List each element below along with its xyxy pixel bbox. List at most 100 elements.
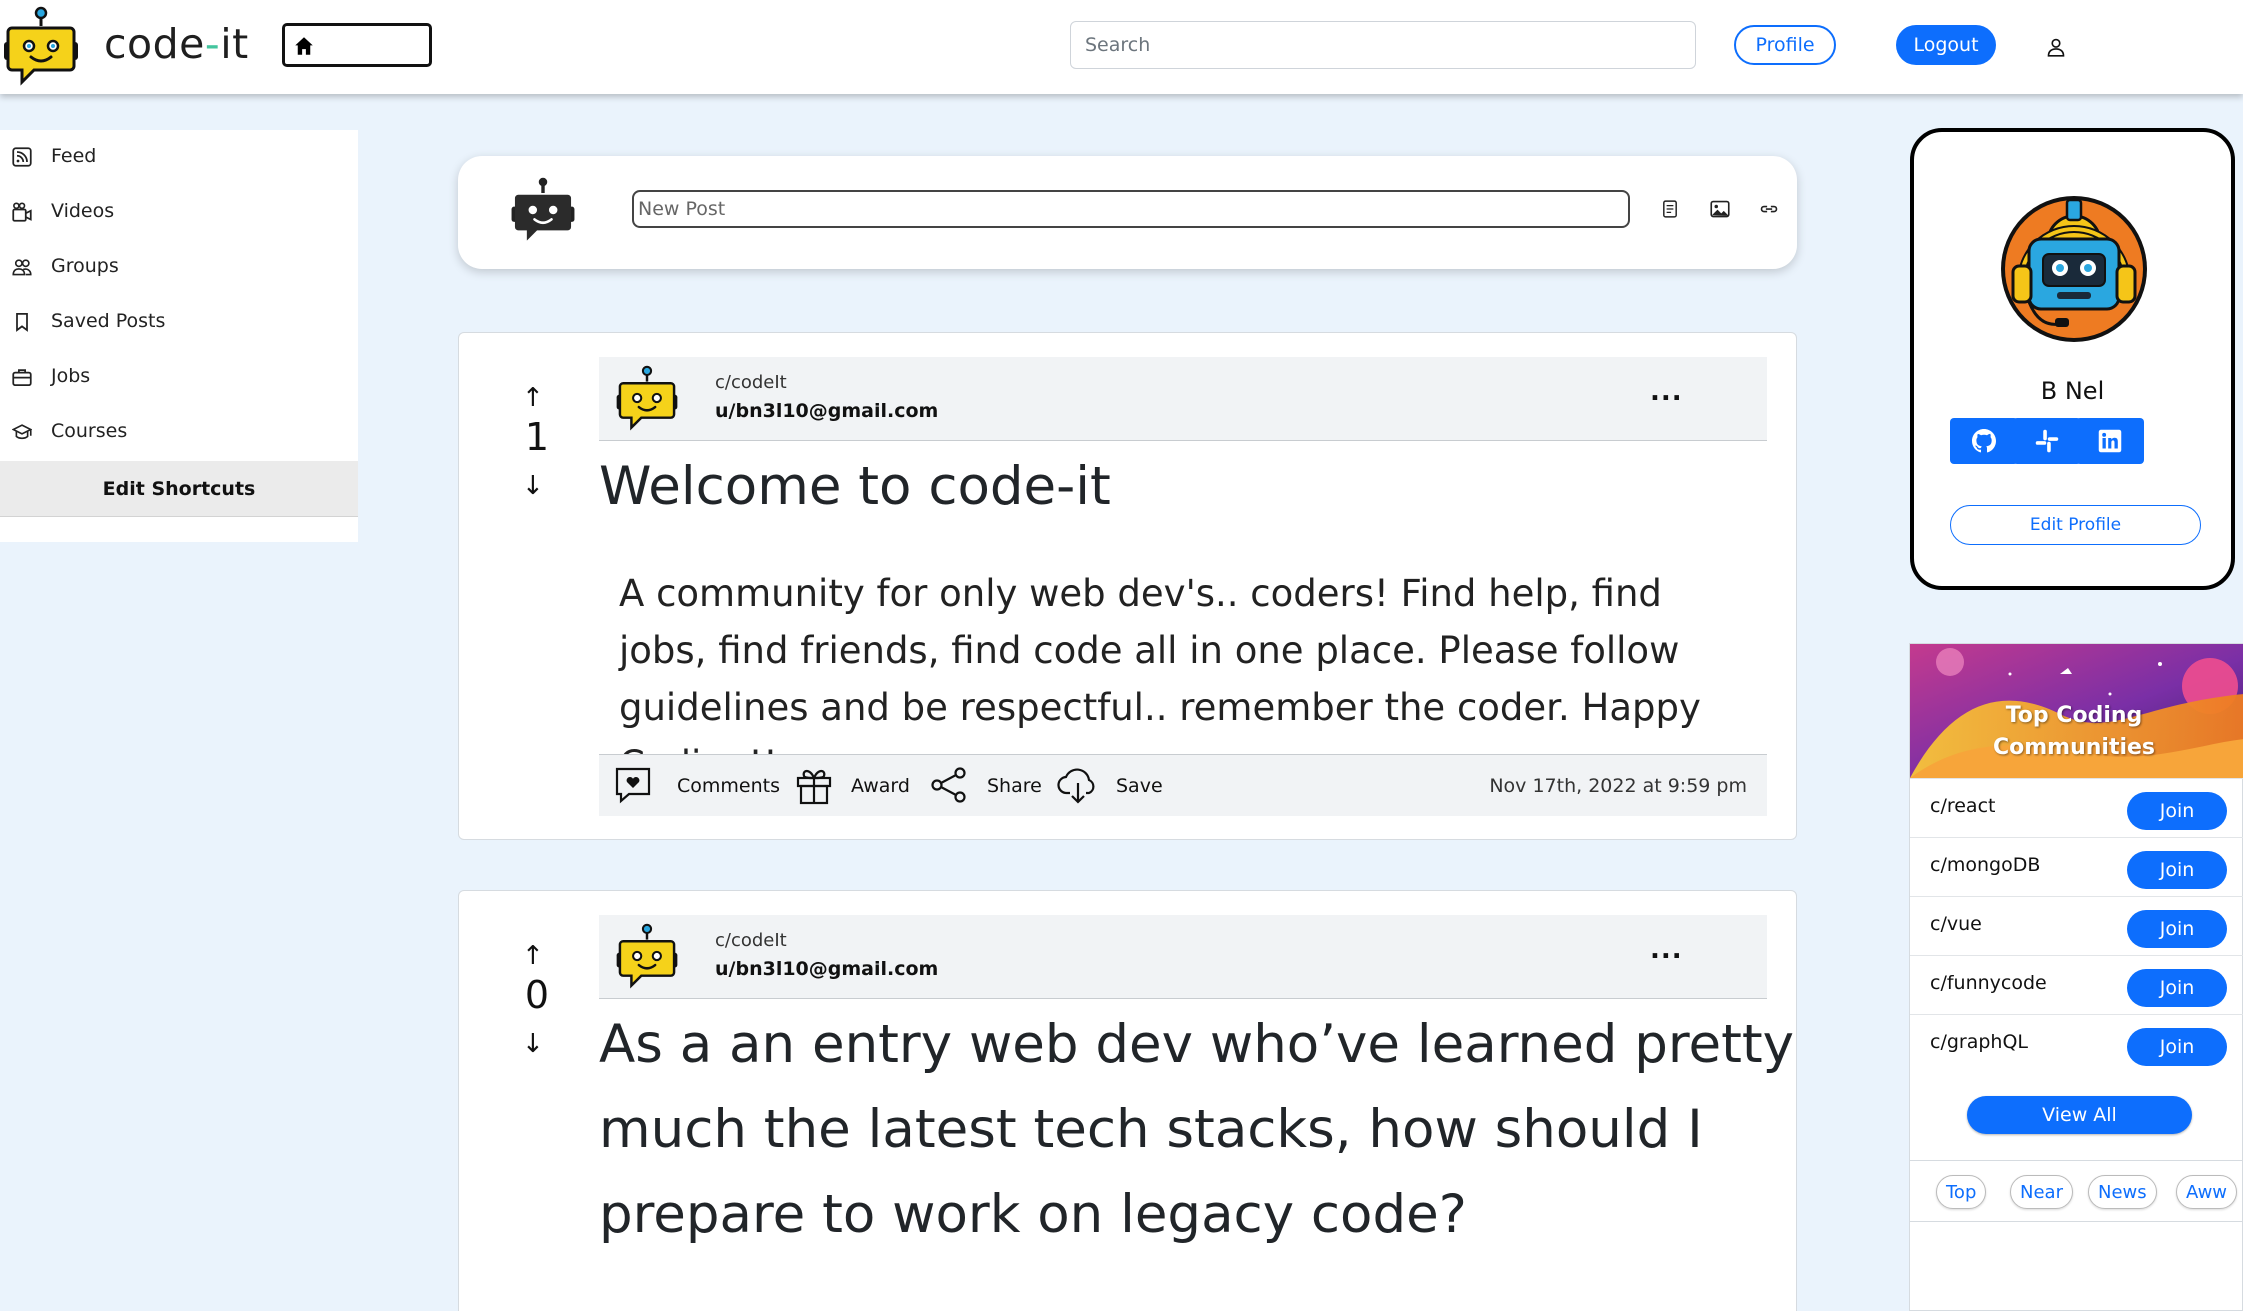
award-button[interactable]: Award: [851, 775, 910, 797]
brand-name[interactable]: code-it: [104, 20, 249, 68]
top-communities-card: Top Coding Communities c/react Join c/mo…: [1909, 643, 2243, 1311]
more-options-icon[interactable]: ...: [1650, 935, 1683, 965]
linkedin-icon: [2098, 429, 2122, 453]
banner-title-line: Communities: [1992, 735, 2156, 760]
robot-avatar-icon[interactable]: [615, 365, 679, 431]
post-author-link[interactable]: u/bn3l10@gmail.com: [715, 400, 938, 422]
profile-card: B Nel Edit Profile: [1910, 128, 2235, 590]
downvote-arrow-icon[interactable]: ↓: [522, 1029, 544, 1059]
upvote-arrow-icon[interactable]: ↑: [522, 383, 544, 413]
post-author-link[interactable]: u/bn3l10@gmail.com: [715, 958, 938, 980]
join-button[interactable]: Join: [2127, 792, 2227, 830]
downvote-arrow-icon[interactable]: ↓: [522, 471, 544, 501]
brand-prefix: code: [104, 20, 205, 68]
community-row: c/graphQL Join: [1910, 1014, 2243, 1073]
tag-top[interactable]: Top: [1936, 1175, 1987, 1209]
tag-near[interactable]: Near: [2010, 1175, 2073, 1209]
tag-aww[interactable]: Aww: [2176, 1175, 2238, 1209]
tag-filter-bar: Top Near News Aww: [1910, 1160, 2243, 1222]
rss-icon: [12, 147, 32, 167]
post-card: ↑ 1 ↓ c/codeIt u/bn3l10@gmail.com ... We…: [458, 332, 1797, 840]
top-navbar: code-it Profile Logout: [0, 0, 2243, 94]
vote-count: 1: [524, 415, 550, 459]
profile-button[interactable]: Profile: [1734, 25, 1836, 65]
post-card: ↑ 0 ↓ c/codeIt u/bn3l10@gmail.com ... As…: [458, 890, 1797, 1311]
community-name[interactable]: c/graphQL: [1930, 1031, 2028, 1053]
community-row: c/react Join: [1910, 778, 2243, 837]
sidebar-item-feed[interactable]: Feed: [0, 130, 358, 185]
text-post-icon[interactable]: [1661, 199, 1679, 219]
sidebar-item-label: Courses: [51, 420, 128, 442]
slack-icon: [2035, 429, 2059, 453]
edit-shortcuts-button[interactable]: Edit Shortcuts: [0, 461, 358, 517]
post-community-link[interactable]: c/codeIt: [715, 930, 787, 951]
post-title-line[interactable]: much the latest tech stacks, how should …: [599, 1088, 1703, 1172]
join-button[interactable]: Join: [2127, 969, 2227, 1007]
more-options-icon[interactable]: ...: [1650, 377, 1683, 407]
sidebar-item-label: Videos: [51, 200, 115, 222]
profile-name: B Nel: [2040, 377, 2105, 405]
people-icon: [12, 259, 32, 276]
share-button[interactable]: Share: [987, 775, 1042, 797]
linkedin-button[interactable]: [2076, 418, 2144, 464]
sidebar-item-groups[interactable]: Groups: [0, 240, 358, 295]
link-post-icon[interactable]: [1759, 199, 1779, 219]
tag-news[interactable]: News: [2088, 1175, 2157, 1209]
communities-banner-title: Top Coding Communities: [1974, 700, 2174, 764]
robot-logo-icon[interactable]: [2, 6, 80, 86]
community-row: c/funnycode Join: [1910, 955, 2243, 1014]
sidebar-item-courses[interactable]: Courses: [0, 405, 358, 460]
vote-count: 0: [524, 973, 550, 1017]
sidebar-item-jobs[interactable]: Jobs: [0, 350, 358, 405]
community-row: c/vue Join: [1910, 896, 2243, 955]
brand-dash: -: [204, 20, 221, 68]
post-header: c/codeIt u/bn3l10@gmail.com ...: [599, 915, 1767, 999]
community-name[interactable]: c/react: [1930, 795, 1995, 817]
post-title-line[interactable]: prepare to work on legacy code?: [599, 1173, 1467, 1257]
left-sidebar: Feed Videos Groups Saved Posts Jobs Cour…: [0, 130, 358, 542]
comment-heart-icon[interactable]: [613, 765, 653, 805]
github-icon: [1972, 429, 1996, 453]
sidebar-item-videos[interactable]: Videos: [0, 185, 358, 240]
join-button[interactable]: Join: [2127, 851, 2227, 889]
post-timestamp: Nov 17th, 2022 at 9:59 pm: [1489, 775, 1747, 797]
image-post-icon[interactable]: [1710, 199, 1730, 219]
home-icon: [295, 37, 313, 55]
mortarboard-icon: [12, 424, 32, 440]
search-input[interactable]: [1070, 21, 1696, 69]
user-icon[interactable]: [2046, 36, 2066, 58]
home-dropdown[interactable]: [282, 23, 432, 67]
save-button[interactable]: Save: [1116, 775, 1163, 797]
post-community-link[interactable]: c/codeIt: [715, 372, 787, 393]
bookmark-icon: [16, 313, 28, 332]
comments-button[interactable]: Comments: [677, 775, 780, 797]
new-post-input[interactable]: [632, 190, 1630, 228]
upvote-arrow-icon[interactable]: ↑: [522, 941, 544, 971]
logout-button[interactable]: Logout: [1896, 25, 1996, 65]
post-title[interactable]: Welcome to code-it: [599, 445, 1111, 529]
share-icon[interactable]: [929, 765, 969, 805]
briefcase-icon: [12, 369, 32, 386]
join-button[interactable]: Join: [2127, 910, 2227, 948]
robot-avatar-icon[interactable]: [615, 923, 679, 989]
view-all-button[interactable]: View All: [1967, 1096, 2192, 1134]
community-name[interactable]: c/vue: [1930, 913, 1982, 935]
community-row: c/mongoDB Join: [1910, 837, 2243, 896]
robot-avatar-icon: [511, 177, 575, 241]
profile-avatar[interactable]: [1999, 194, 2149, 344]
community-name[interactable]: c/funnycode: [1930, 972, 2047, 994]
sidebar-item-saved-posts[interactable]: Saved Posts: [0, 295, 358, 350]
join-button[interactable]: Join: [2127, 1028, 2227, 1066]
post-title-line[interactable]: As a an entry web dev who’ve learned pre…: [599, 1003, 1794, 1087]
cloud-download-icon[interactable]: [1057, 765, 1099, 805]
post-actions-bar: Comments Award Share Save Nov 17th, 2022…: [599, 754, 1767, 816]
github-button[interactable]: [1950, 418, 2018, 464]
gift-icon[interactable]: [795, 765, 833, 805]
sidebar-item-label: Groups: [51, 255, 119, 277]
slack-button[interactable]: [2013, 418, 2081, 464]
edit-profile-button[interactable]: Edit Profile: [1950, 505, 2201, 545]
new-post-bar: [458, 156, 1797, 269]
community-name[interactable]: c/mongoDB: [1930, 854, 2040, 876]
brand-suffix: it: [220, 20, 249, 68]
communities-banner: Top Coding Communities: [1910, 644, 2243, 778]
